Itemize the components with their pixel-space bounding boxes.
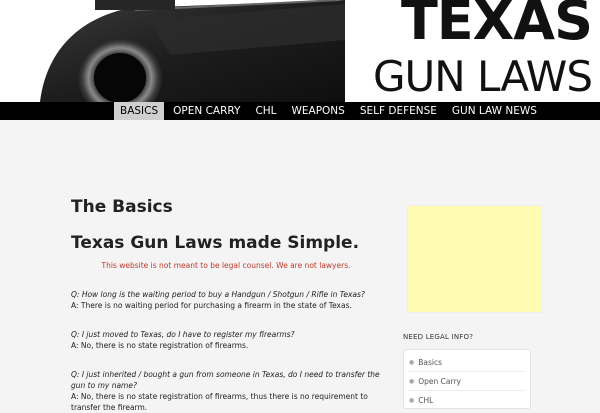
faq-item: Q: I just moved to Texas, do I have to r… — [71, 329, 381, 351]
faq-question: Q: I just inherited / bought a gun from … — [71, 370, 380, 390]
handgun-banner-image — [0, 0, 345, 102]
page-title: The Basics — [71, 197, 173, 217]
legal-link-label: Open Carry — [418, 376, 461, 386]
faq-item: Q: I just inherited / bought a gun from … — [71, 369, 381, 413]
site-header: TEXAS GUN LAWS — [0, 0, 600, 102]
legal-disclaimer: This website is not meant to be legal co… — [101, 261, 351, 270]
faq-answer: A: There is no waiting period for purcha… — [71, 301, 352, 310]
bullet-icon: ● — [409, 358, 415, 366]
site-logo[interactable]: TEXAS GUN LAWS — [337, 0, 593, 102]
headline: Texas Gun Laws made Simple. — [71, 233, 360, 253]
nav-item-basics[interactable]: BASICS — [114, 102, 165, 120]
legal-link-label: Basics — [418, 357, 443, 367]
legal-link-chl[interactable]: ● CHL — [409, 391, 525, 408]
ad-placeholder[interactable] — [407, 205, 543, 313]
faq-question: Q: I just moved to Texas, do I have to r… — [71, 330, 295, 339]
legal-link-open-carry[interactable]: ● Open Carry — [409, 372, 525, 391]
legal-info-list: ● Basics ● Open Carry ● CHL — [403, 349, 531, 409]
nav-item-self-defense[interactable]: SELF DEFENSE — [354, 102, 443, 120]
legal-link-label: CHL — [418, 395, 434, 405]
nav-item-gun-law-news[interactable]: GUN LAW NEWS — [446, 102, 543, 120]
main-content: The Basics Texas Gun Laws made Simple. T… — [71, 197, 381, 413]
bullet-icon: ● — [409, 396, 415, 404]
logo-line-1: TEXAS — [400, 0, 593, 52]
bullet-icon: ● — [409, 377, 415, 385]
faq-answer: A: No, there is no state registration of… — [71, 341, 249, 350]
faq-item: Q: How long is the waiting period to buy… — [71, 289, 381, 311]
logo-line-2: GUN LAWS — [372, 52, 593, 101]
legal-info-widget-title: NEED LEGAL INFO? — [403, 333, 474, 341]
nav-item-open-carry[interactable]: OPEN CARRY — [167, 102, 246, 120]
nav-item-weapons[interactable]: WEAPONS — [286, 102, 351, 120]
faq-question: Q: How long is the waiting period to buy… — [71, 290, 365, 299]
sidebar: NEED LEGAL INFO? ● Basics ● Open Carry ● CH… — [403, 198, 545, 409]
main-nav: BASICS OPEN CARRY CHL WEAPONS SELF DEFEN… — [0, 102, 600, 120]
legal-link-basics[interactable]: ● Basics — [409, 353, 525, 372]
faq-answer: A: No, there is no state registration of… — [71, 392, 368, 412]
nav-item-chl[interactable]: CHL — [249, 102, 282, 120]
